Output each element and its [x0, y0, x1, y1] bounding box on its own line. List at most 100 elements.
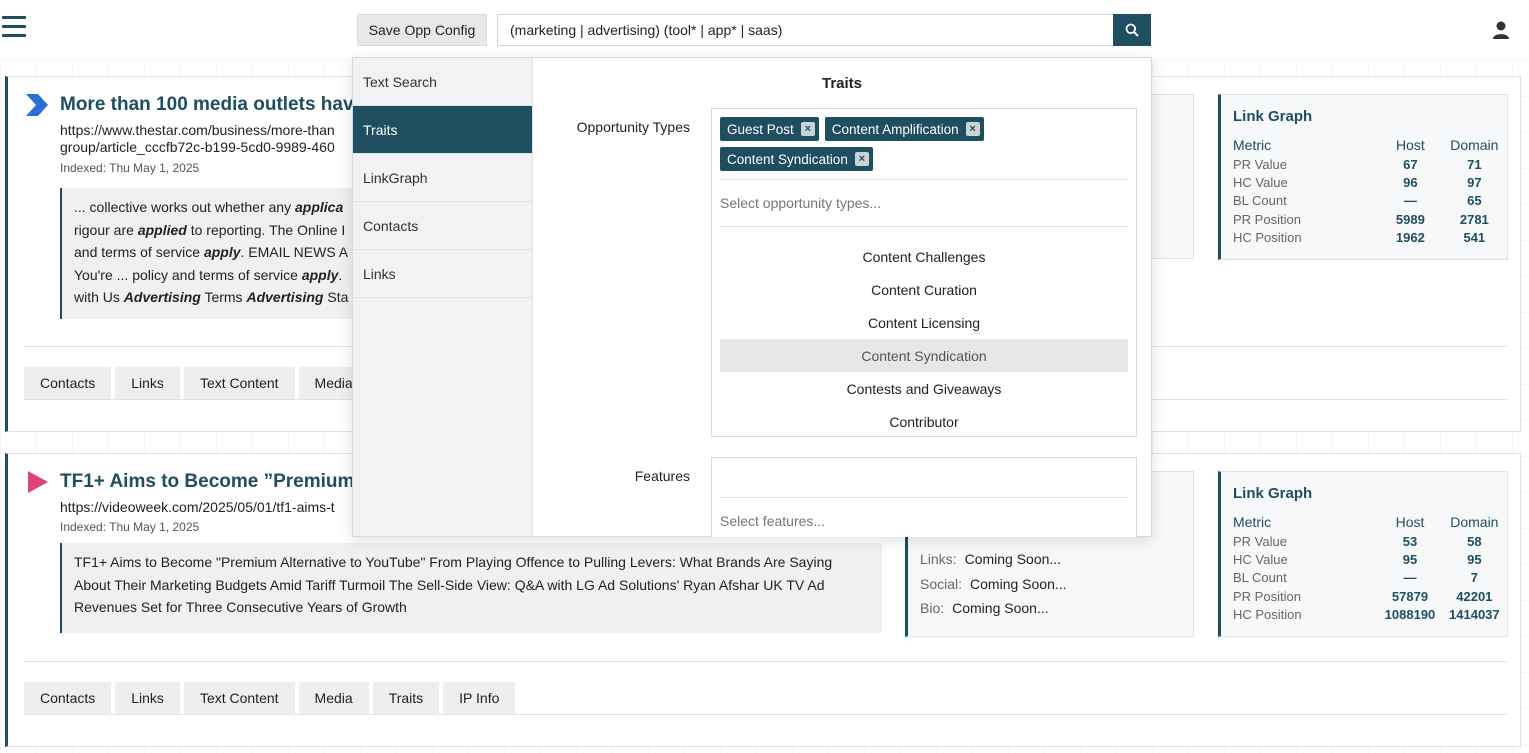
contact-key: Bio: [920, 600, 945, 616]
contact-line: Links: Coming Soon... [920, 551, 1067, 576]
option-item[interactable]: Content Syndication [720, 339, 1128, 372]
link-graph-row: HC Position 1088190 1414037 [1233, 605, 1507, 623]
link-graph-header: Domain [1450, 514, 1499, 530]
opportunity-types-select[interactable]: Guest Post × Content Amplification × Content… [711, 108, 1137, 437]
contact-lines: Links: Coming Soon... Social: Coming Soon..… [920, 551, 1067, 625]
highlight-term: applied [137, 221, 187, 238]
link-graph-panel: Link Graph Metric Host Domain PR Value 67 71 HC… [1218, 94, 1508, 260]
link-graph-header: Metric [1233, 514, 1272, 530]
link-graph-table: Metric Host Domain PR Value 67 71 HC Value 96 97… [1233, 135, 1507, 246]
result-title[interactable]: TF1+ Aims to Become ”Premium A [60, 471, 356, 493]
host-value: — [1403, 570, 1417, 586]
tab-links[interactable]: Links [115, 367, 180, 399]
metric-name: HC Position [1233, 229, 1302, 245]
tab-contacts[interactable]: Contacts [24, 367, 112, 399]
tab-contacts[interactable]: Contacts [24, 682, 112, 714]
contact-value: Coming Soon... [970, 575, 1067, 592]
host-value: 53 [1402, 533, 1418, 549]
link-graph-header: Metric [1233, 137, 1272, 153]
domain-value: 1414037 [1449, 606, 1500, 622]
config-nav-links[interactable]: Links [353, 250, 532, 298]
config-nav-linkgraph[interactable]: LinkGraph [353, 154, 532, 202]
metric-name: BL Count [1233, 193, 1287, 209]
indexed-date: Indexed: Thu May 1, 2025 [60, 520, 200, 534]
link-graph-row: PR Position 57879 42201 [1233, 587, 1507, 605]
link-graph-title: Link Graph [1233, 108, 1313, 125]
selected-chip: Content Amplification × [824, 117, 984, 141]
option-item[interactable]: Contributor [720, 405, 1128, 438]
opportunity-types-input[interactable] [720, 179, 1128, 227]
host-value: 57879 [1391, 588, 1429, 604]
opportunity-options: Content Challenges Content Curation Conten… [720, 240, 1128, 438]
link-graph-header-row: Metric Host Domain [1233, 512, 1507, 532]
search-button[interactable] [1113, 14, 1151, 46]
host-value: — [1403, 193, 1417, 209]
result-url[interactable]: https://www.thestar.com/business/more-th… [60, 122, 370, 156]
metric-name: PR Position [1233, 588, 1301, 604]
metric-name: BL Count [1233, 570, 1287, 586]
tab-text-content[interactable]: Text Content [183, 682, 295, 714]
hamburger-menu-icon[interactable] [2, 16, 26, 38]
highlight-term: applica [295, 199, 344, 215]
chip-label: Content Syndication [727, 151, 848, 167]
link-graph-panel: Link Graph Metric Host Domain PR Value 53 58 HC… [1218, 471, 1508, 637]
link-graph-title: Link Graph [1233, 485, 1313, 502]
tab-traits[interactable]: Traits [372, 682, 440, 714]
selected-chip: Content Syndication × [720, 147, 873, 171]
features-select[interactable] [711, 457, 1137, 543]
contact-key: Links: [920, 551, 957, 567]
features-label: Features [634, 468, 690, 484]
save-opp-config-button[interactable]: Save Opp Config [357, 14, 487, 46]
tab-text-content[interactable]: Text Content [183, 367, 295, 399]
contact-value: Coming Soon... [952, 600, 1049, 616]
result-snippet: TF1+ Aims to Become "Premium Alternative… [60, 543, 882, 633]
config-nav-traits[interactable]: Traits [353, 106, 532, 154]
snippet-line: with Us Advertising Terms Advertising St… [74, 289, 349, 305]
divider [24, 714, 1508, 715]
divider [24, 661, 1508, 662]
option-item[interactable]: Content Curation [720, 273, 1128, 306]
domain-value: 71 [1467, 156, 1482, 172]
link-graph-row: PR Value 67 71 [1233, 155, 1507, 173]
play-icon [28, 471, 48, 493]
snippet-line: You're ... policy and terms of service a… [74, 266, 343, 283]
remove-chip-icon[interactable]: × [965, 122, 980, 136]
option-item[interactable]: Contests and Giveaways [720, 372, 1128, 405]
host-value: 1088190 [1384, 606, 1436, 622]
result-snippet: ... collective works out whether any app… [60, 188, 356, 319]
domain-value: 42201 [1456, 588, 1493, 604]
result-title[interactable]: More than 100 media outlets hav [60, 94, 356, 116]
config-nav-text-search[interactable]: Text Search [353, 58, 532, 106]
tab-links[interactable]: Links [115, 682, 180, 714]
link-graph-row: HC Position 1962 541 [1233, 228, 1507, 246]
search-input[interactable] [497, 14, 1114, 46]
option-item[interactable]: Content Licensing [720, 306, 1128, 339]
remove-chip-icon[interactable]: × [854, 152, 869, 166]
result-url[interactable]: https://videoweek.com/2025/05/01/tf1-aim… [60, 499, 370, 516]
link-graph-row: BL Count — 65 [1233, 192, 1507, 210]
link-graph-table: Metric Host Domain PR Value 53 58 HC Value 95 95… [1233, 512, 1507, 623]
host-value: 1962 [1395, 229, 1425, 245]
link-graph-row: HC Value 95 95 [1233, 550, 1507, 568]
host-value: 96 [1403, 174, 1418, 190]
tab-media[interactable]: Media [298, 682, 369, 714]
chip-label: Guest Post [727, 121, 794, 137]
result-url-line: https://www.thestar.com/business/more-th… [60, 122, 335, 138]
link-graph-row: PR Position 5989 2781 [1233, 210, 1507, 228]
link-graph-row: BL Count — 7 [1233, 569, 1507, 587]
snippet-line: ... collective works out whether any app… [74, 199, 344, 215]
link-graph-row: HC Value 96 97 [1233, 173, 1507, 191]
snippet-line: rigour are applied to reporting. The Onl… [74, 221, 346, 238]
metric-name: PR Value [1233, 156, 1287, 172]
features-input[interactable] [720, 497, 1128, 543]
link-graph-header: Host [1395, 137, 1425, 153]
config-nav-contacts[interactable]: Contacts [353, 202, 532, 250]
domain-value: 65 [1467, 193, 1482, 209]
tab-ip-info[interactable]: IP Info [443, 682, 516, 714]
option-item[interactable]: Content Challenges [720, 240, 1128, 273]
chip-label: Content Amplification [831, 121, 959, 137]
selected-chip: Guest Post × [720, 117, 819, 141]
remove-chip-icon[interactable]: × [800, 122, 815, 136]
config-heading: Traits [821, 75, 863, 92]
user-icon[interactable] [1491, 20, 1511, 40]
